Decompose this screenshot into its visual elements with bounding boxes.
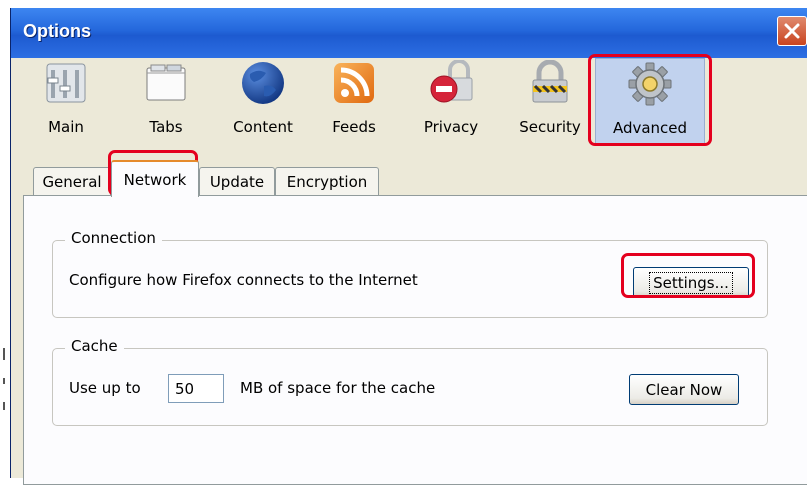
title-bar[interactable]: Options xyxy=(11,8,807,58)
no-entry-lock-icon xyxy=(430,60,473,103)
pane-feeds[interactable]: Feeds xyxy=(323,58,385,145)
cache-legend: Cache xyxy=(65,337,124,355)
options-dialog: Options Main Tabs Content Feeds Privacy … xyxy=(10,8,807,485)
pane-feeds-label: Feeds xyxy=(332,118,376,136)
rss-feed-icon xyxy=(334,63,374,103)
clear-cache-button[interactable]: Clear Now xyxy=(629,374,739,405)
cache-size-input[interactable] xyxy=(168,374,224,403)
pane-main[interactable]: Main xyxy=(31,58,101,145)
tab-encryption-label: Encryption xyxy=(286,173,368,191)
tab-general[interactable]: General xyxy=(33,167,111,196)
background-window-edge xyxy=(0,0,10,469)
main-pane-icon xyxy=(46,63,86,103)
close-icon xyxy=(784,23,800,39)
pane-content-label: Content xyxy=(233,118,293,136)
network-tab-panel: Connection Configure how Firefox connect… xyxy=(23,195,807,485)
window-title: Options xyxy=(23,21,91,41)
pane-tabs-label: Tabs xyxy=(149,118,183,136)
close-button[interactable] xyxy=(777,16,807,46)
connection-settings-label: Settings... xyxy=(649,271,733,294)
pane-security[interactable]: Security xyxy=(509,58,591,145)
tab-update[interactable]: Update xyxy=(199,167,275,196)
cache-use-up-to-label: Use up to xyxy=(69,379,141,397)
padlock-icon xyxy=(532,60,568,103)
pane-advanced[interactable]: Advanced xyxy=(595,58,705,145)
globe-icon xyxy=(242,62,284,104)
cache-size-suffix: MB of space for the cache xyxy=(240,379,436,397)
pane-privacy-label: Privacy xyxy=(423,118,479,136)
tab-network-label: Network xyxy=(123,170,187,189)
pane-advanced-label: Advanced xyxy=(612,119,688,137)
tab-update-label: Update xyxy=(209,173,265,191)
connection-settings-button[interactable]: Settings... xyxy=(633,267,749,298)
tab-encryption[interactable]: Encryption xyxy=(275,167,379,196)
pane-tabs[interactable]: Tabs xyxy=(131,58,201,145)
tab-general-label: General xyxy=(42,173,102,191)
connection-description: Configure how Firefox connects to the In… xyxy=(69,271,418,289)
pane-privacy[interactable]: Privacy xyxy=(415,58,487,145)
preferences-pane-toolbar: Main Tabs Content Feeds Privacy Security… xyxy=(11,58,807,145)
pane-security-label: Security xyxy=(519,118,581,136)
connection-groupbox: Connection Configure how Firefox connect… xyxy=(52,229,768,318)
gear-icon xyxy=(628,62,672,106)
connection-legend: Connection xyxy=(65,229,162,247)
clear-cache-label: Clear Now xyxy=(645,380,723,399)
pane-content[interactable]: Content xyxy=(224,58,302,145)
cache-groupbox: Cache Use up to MB of space for the cach… xyxy=(52,337,768,426)
pane-main-label: Main xyxy=(48,118,84,136)
tab-network[interactable]: Network xyxy=(111,160,199,197)
tabs-pane-icon xyxy=(146,64,186,101)
